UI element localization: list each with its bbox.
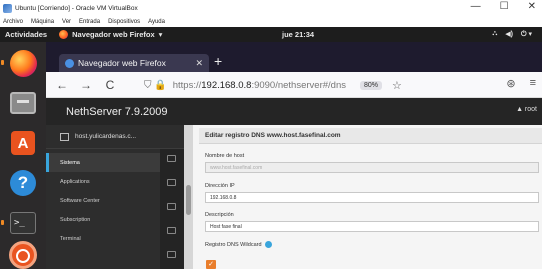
dock-help[interactable]: ? xyxy=(7,168,39,198)
menu-archivo[interactable]: Archivo xyxy=(3,19,23,25)
app-menu-label: Navegador web Firefox xyxy=(72,30,155,39)
menu-entrada[interactable]: Entrada xyxy=(79,19,100,25)
url-text: https://192.168.0.8:9090/nethserver#/dns xyxy=(172,79,346,91)
dock: A ? >_ xyxy=(0,42,46,269)
dashboard-icon[interactable] xyxy=(167,155,176,162)
tab-title: Navegador web Firefox xyxy=(78,58,166,68)
clock[interactable]: jue 21:34 xyxy=(282,30,314,39)
user-menu[interactable]: ▲ root xyxy=(516,106,537,113)
settings-icon[interactable] xyxy=(167,179,176,186)
menu-maquina[interactable]: Máquina xyxy=(31,19,54,25)
wildcard-label: Registro DNS Wildcard xyxy=(205,241,272,248)
host-selector[interactable]: host.yulicardenas.c... xyxy=(46,125,184,149)
dock-terminal[interactable]: >_ xyxy=(1,208,39,238)
nav-bar: ← → C ⛉ 🔒 https://192.168.0.8:9090/neths… xyxy=(46,72,542,98)
lock-icon[interactable]: ⛉ 🔒 xyxy=(144,80,167,91)
hamburger-menu-icon[interactable]: ≡ xyxy=(530,77,536,90)
ubuntu-icon xyxy=(9,241,37,269)
new-tab-button[interactable]: + xyxy=(214,53,222,69)
wildcard-checkbox[interactable]: ✓ xyxy=(206,260,216,269)
chevron-down-icon: ▾ xyxy=(158,30,163,39)
maximize-button[interactable]: ☐ xyxy=(500,1,509,12)
help-icon: ? xyxy=(10,170,36,196)
host-name: host.yulicardenas.c... xyxy=(75,133,137,140)
dock-files[interactable] xyxy=(7,88,39,118)
close-tab-icon[interactable]: ✕ xyxy=(195,58,203,69)
brand-title: NethServer 7.9.2009 xyxy=(66,105,168,118)
hostname-field: www.host.fasefinal.com xyxy=(205,162,539,173)
menu-ver[interactable]: Ver xyxy=(62,19,71,25)
server-icon xyxy=(60,132,69,141)
ip-label: Dirección IP xyxy=(205,183,235,189)
reload-button[interactable]: C xyxy=(102,78,118,92)
activities-button[interactable]: Actividades xyxy=(5,30,47,39)
firefox-window: Navegador web Firefox ✕ + ← → C ⛉ 🔒 http… xyxy=(46,42,542,269)
dock-firefox[interactable] xyxy=(1,48,39,78)
edit-dns-panel: Editar registro DNS www.host.fasefinal.c… xyxy=(193,125,542,269)
nethserver-page: NethServer 7.9.2009 ▲ root host.yulicard… xyxy=(46,98,542,269)
host-window-controls: — ☐ ✕ xyxy=(471,1,536,12)
sidebar: host.yulicardenas.c... Sistema Applicati… xyxy=(46,125,184,269)
firefox-icon xyxy=(59,30,69,39)
network-icon: ⛬ xyxy=(492,30,498,37)
app-menu[interactable]: Navegador web Firefox ▾ xyxy=(59,30,162,39)
system-tray[interactable]: ⛬ ◀) ⏻ ▾ xyxy=(492,30,532,39)
firefox-icon xyxy=(9,49,37,77)
hostname-label: Nombre de host xyxy=(205,153,245,159)
dock-software[interactable]: A xyxy=(7,128,39,158)
back-button[interactable]: ← xyxy=(54,78,70,92)
power-icon: ⏻ ▾ xyxy=(521,31,532,38)
users-icon[interactable] xyxy=(167,251,176,258)
host-window-title: Ubuntu [Corriendo] - Oracle VM VirtualBo… xyxy=(15,4,138,12)
dock-ubuntu[interactable] xyxy=(7,240,39,269)
virtualbox-icon xyxy=(3,3,12,13)
favicon-icon xyxy=(65,58,74,68)
bookmark-star-icon[interactable]: ☆ xyxy=(392,79,402,92)
tab-bar: Navegador web Firefox ✕ + xyxy=(46,42,542,72)
volume-icon: ◀) xyxy=(505,31,513,38)
gnome-top-bar: Actividades Navegador web Firefox ▾ jue … xyxy=(0,27,542,42)
files-icon xyxy=(10,92,36,114)
scrollbar[interactable] xyxy=(184,125,193,269)
scrollbar-thumb[interactable] xyxy=(186,185,191,215)
toolbar-right: ⊛ ≡ xyxy=(506,77,536,90)
menu-dispositivos[interactable]: Dispositivos xyxy=(108,19,140,25)
network-icon[interactable] xyxy=(167,227,176,234)
tab-active[interactable]: Navegador web Firefox ✕ xyxy=(59,54,209,72)
forward-button[interactable]: → xyxy=(78,78,94,92)
panel-title: Editar registro DNS www.host.fasefinal.c… xyxy=(199,128,542,144)
dns-icon[interactable] xyxy=(167,203,176,210)
close-button[interactable]: ✕ xyxy=(528,1,536,12)
host-titlebar: Ubuntu [Corriendo] - Oracle VM VirtualBo… xyxy=(0,0,542,16)
software-store-icon: A xyxy=(11,131,35,155)
info-icon[interactable] xyxy=(264,241,272,248)
zoom-level[interactable]: 80% xyxy=(359,80,382,90)
terminal-icon: >_ xyxy=(10,212,36,234)
description-label: Descripción xyxy=(205,212,234,218)
sub-menu-rail xyxy=(160,149,184,269)
ip-field[interactable]: 192.168.0.8 xyxy=(205,192,539,203)
host-menubar: Archivo Máquina Ver Entrada Dispositivos… xyxy=(0,16,542,27)
description-field[interactable]: Host fase final xyxy=(205,221,539,232)
menu-ayuda[interactable]: Ayuda xyxy=(148,19,165,25)
account-icon[interactable]: ⊛ xyxy=(506,77,515,90)
nethserver-header: NethServer 7.9.2009 ▲ root xyxy=(46,98,542,125)
url-bar[interactable]: ⛉ 🔒 https://192.168.0.8:9090/nethserver#… xyxy=(144,76,474,94)
minimize-button[interactable]: — xyxy=(471,1,481,12)
